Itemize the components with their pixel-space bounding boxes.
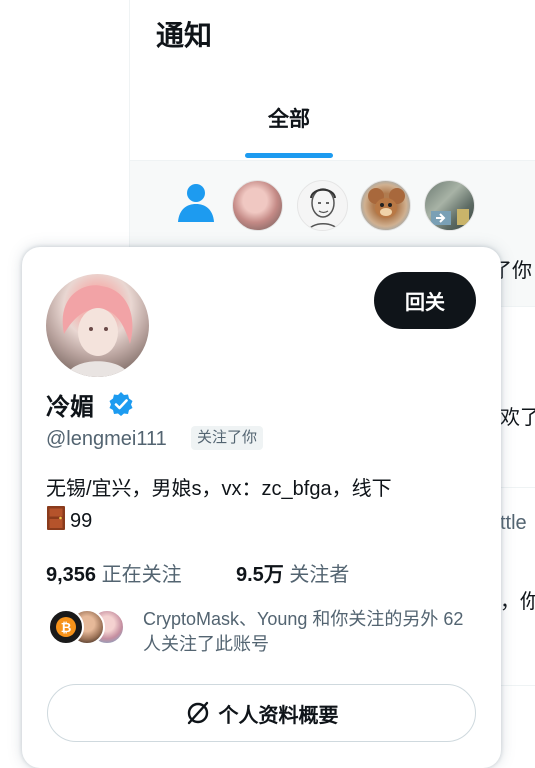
page-title: 通知: [156, 20, 213, 51]
timeline-text: ttle: [500, 512, 527, 534]
followers-count: 9.5万: [236, 564, 284, 586]
avatar-pink-hair[interactable]: [232, 180, 283, 231]
profile-hover-card: 回关 冷媚 @lengmei111 关注了你 无锡/宜兴，男娘s，vx：zc_b…: [22, 247, 501, 768]
follows-you-badge: 关注了你: [191, 426, 264, 450]
divider: [500, 306, 535, 307]
svg-text:₿: ₿: [61, 621, 72, 636]
avatar-photo[interactable]: [424, 180, 475, 231]
bio-line: 99: [46, 505, 476, 537]
following-count: 9,356: [46, 564, 97, 586]
profile-summary-label: 个人资料概要: [218, 704, 339, 727]
display-name[interactable]: 冷媚: [46, 387, 94, 422]
bio-line-text: 99: [70, 510, 93, 532]
active-tab-indicator: [245, 153, 333, 158]
following-stat[interactable]: 9,356 正在关注: [46, 558, 182, 587]
profile-summary-button[interactable]: 个人资料概要: [47, 684, 476, 742]
timeline-text: 欢了: [500, 407, 535, 429]
mutual-avatar[interactable]: ₿: [48, 609, 84, 645]
timeline-text: ，你: [500, 591, 535, 613]
verified-badge-icon: [109, 392, 133, 416]
door-icon: [46, 505, 66, 531]
profile-bio: 无锡/宜兴，男娘s，vx：zc_bfga，线下 99: [46, 473, 476, 537]
followers-stat[interactable]: 9.5万 关注者: [236, 558, 349, 587]
user-handle[interactable]: @lengmei111: [46, 428, 167, 451]
tab-all[interactable]: 全部: [245, 103, 333, 133]
bio-line: 无锡/宜兴，男娘s，vx：zc_bfga，线下: [46, 478, 392, 500]
avatar-sketch-man[interactable]: [297, 180, 348, 231]
avatar[interactable]: [46, 274, 149, 377]
person-icon: [178, 184, 214, 222]
followers-label: 关注者: [289, 564, 350, 586]
divider: [500, 487, 535, 488]
profile-summary-icon: [187, 701, 208, 725]
divider: [500, 685, 535, 686]
avatar-jerry-mouse[interactable]: [360, 180, 411, 231]
follow-back-button[interactable]: 回关: [374, 272, 476, 329]
mutual-followers-text[interactable]: CryptoMask、Young 和你关注的另外 62 人关注了此账号: [143, 607, 483, 657]
following-label: 正在关注: [101, 564, 182, 586]
